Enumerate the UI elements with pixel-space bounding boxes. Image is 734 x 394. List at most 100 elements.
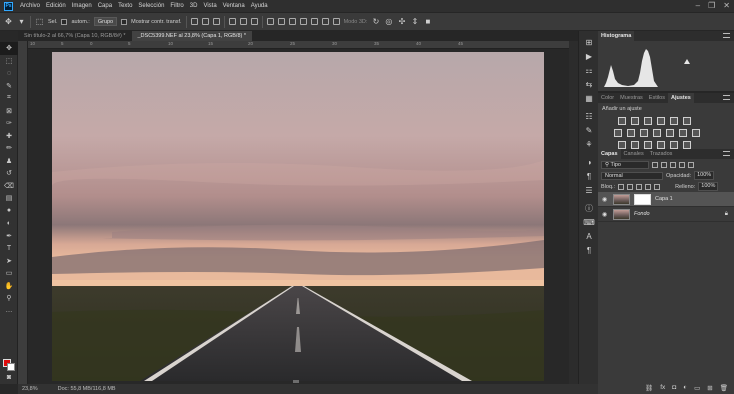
filter-adjustment-icon[interactable] — [661, 161, 667, 168]
brightness-icon[interactable] — [618, 117, 626, 125]
align-left-icon[interactable] — [228, 18, 236, 25]
menu-3d[interactable]: 3D — [187, 3, 201, 9]
lock-artboard-icon[interactable] — [645, 183, 652, 190]
eyedropper-tool-icon[interactable]: ✑ — [0, 117, 18, 130]
menu-capa[interactable]: Capa — [95, 3, 115, 9]
menu-vista[interactable]: Vista — [200, 3, 219, 9]
character-icon[interactable]: ⚏ — [579, 63, 599, 77]
properties-icon[interactable]: ⇆ — [579, 77, 599, 91]
menu-filtro[interactable]: Filtro — [167, 3, 186, 9]
align-center-icon[interactable] — [239, 18, 247, 25]
zoom-level[interactable]: 23,8% — [22, 386, 38, 392]
hue-saturation-icon[interactable] — [683, 117, 691, 125]
drag-3d-icon[interactable]: ✣ — [397, 17, 406, 26]
blur-tool-icon[interactable]: ● — [0, 205, 18, 218]
layer-name[interactable]: Capa 1 — [655, 196, 673, 202]
tab-paths[interactable]: Trazados — [647, 149, 676, 159]
tab-layers[interactable]: Capas — [598, 149, 621, 159]
menu-archivo[interactable]: Archivo — [17, 3, 43, 9]
menu-ventana[interactable]: Ventana — [220, 3, 248, 9]
posterize-icon[interactable] — [692, 129, 700, 137]
desaturate-icon[interactable] — [683, 141, 691, 149]
lock-transparency-icon[interactable] — [618, 183, 625, 190]
layer-name[interactable]: Fondo — [634, 211, 650, 217]
layer-row[interactable]: ◉ Fondo 🔒︎ — [598, 207, 734, 222]
history-icon[interactable]: ⊞ — [579, 35, 599, 49]
vertical-scrollbar[interactable] — [569, 41, 578, 384]
auto-select-dropdown[interactable]: Grupo — [93, 17, 118, 26]
delete-layer-icon[interactable]: 🗑︎ — [720, 384, 728, 392]
glyphs-icon[interactable]: ◑ — [579, 155, 599, 169]
show-transform-checkbox[interactable] — [121, 18, 128, 25]
menu-imagen[interactable]: Imagen — [69, 3, 95, 9]
curves-icon[interactable] — [644, 117, 652, 125]
threshold-icon[interactable] — [618, 141, 626, 149]
zoom-tool-icon[interactable]: ⚲ — [0, 292, 18, 305]
color-balance-icon[interactable] — [614, 129, 622, 137]
channel-mixer-icon[interactable] — [653, 129, 661, 137]
actions-icon[interactable]: ▶ — [579, 49, 599, 63]
distribute-top-icon[interactable] — [266, 18, 274, 25]
brush-tool-icon[interactable]: ✏ — [0, 142, 18, 155]
levels-icon[interactable] — [631, 117, 639, 125]
distribute-left-icon[interactable] — [299, 18, 307, 25]
clone-stamp-tool-icon[interactable]: ♟ — [0, 155, 18, 168]
crop-tool-icon[interactable]: ⌗ — [0, 92, 18, 105]
distribute-right-icon[interactable] — [321, 18, 329, 25]
tab-sin-titulo[interactable]: Sin título-2 al 66,7% (Capa 10, RGB/8#) … — [18, 31, 132, 41]
tab-color[interactable]: Color — [598, 93, 617, 103]
timeline-icon[interactable]: ⌨ — [579, 215, 599, 229]
layer-style-icon[interactable]: fx — [660, 384, 665, 392]
background-color-swatch[interactable] — [7, 363, 15, 371]
paragraph-icon[interactable]: ¶ — [579, 169, 599, 183]
tab-swatches[interactable]: Muestras — [617, 93, 646, 103]
tab-channels[interactable]: Canales — [621, 149, 647, 159]
filter-type-icon[interactable] — [670, 161, 676, 168]
filter-smart-object-icon[interactable] — [688, 161, 694, 168]
type-tool-icon[interactable]: T — [0, 242, 18, 255]
layer-mask-thumbnail[interactable] — [634, 193, 651, 205]
panel-menu-icon[interactable] — [723, 33, 730, 38]
shadows-highlights-icon[interactable] — [657, 141, 665, 149]
close-icon[interactable]: ✕ — [723, 1, 730, 10]
filter-shape-icon[interactable] — [679, 161, 685, 168]
layer-row[interactable]: ◉ Capa 1 — [598, 192, 734, 207]
tab-dsc5399[interactable]: _DSC5399.NEF al 23,8% (Capa 1, RGB/8) * — [131, 31, 253, 41]
camera-3d-icon[interactable]: ■ — [423, 17, 432, 26]
measurement-icon[interactable]: ¶ — [579, 243, 599, 257]
align-top-icon[interactable] — [190, 18, 198, 25]
hdr-toning-icon[interactable] — [670, 141, 678, 149]
healing-brush-tool-icon[interactable]: ✚ — [0, 130, 18, 143]
frame-tool-icon[interactable]: ⊠ — [0, 105, 18, 118]
invert-icon[interactable] — [679, 129, 687, 137]
lock-position-icon[interactable] — [636, 183, 643, 190]
lock-all-icon[interactable] — [654, 183, 661, 190]
distribute-middle-icon[interactable] — [277, 18, 285, 25]
document-image[interactable] — [52, 52, 544, 381]
adjustments-icon[interactable]: ☰ — [579, 183, 599, 197]
auto-align-icon[interactable] — [332, 18, 340, 25]
exposure-icon[interactable] — [657, 117, 665, 125]
align-bottom-icon[interactable] — [212, 18, 220, 25]
canvas-area[interactable] — [28, 49, 569, 384]
layer-filter-dropdown[interactable]: ⚲ Tipo — [601, 160, 649, 169]
fill-field[interactable]: 100% — [698, 182, 719, 191]
horizontal-scroll-thumb[interactable] — [293, 380, 299, 383]
photo-filter-icon[interactable] — [640, 129, 648, 137]
gradient-map-icon[interactable] — [631, 141, 639, 149]
black-white-icon[interactable] — [627, 129, 635, 137]
gradient-tool-icon[interactable]: ▤ — [0, 192, 18, 205]
slide-3d-icon[interactable]: ⇕ — [410, 17, 419, 26]
dodge-tool-icon[interactable]: ◐ — [0, 217, 18, 230]
align-right-icon[interactable] — [250, 18, 258, 25]
opacity-field[interactable]: 100% — [694, 171, 715, 180]
tab-styles[interactable]: Estilos — [646, 93, 668, 103]
menu-ayuda[interactable]: Ayuda — [248, 3, 271, 9]
menu-edicion[interactable]: Edición — [43, 3, 69, 9]
panel-menu-icon[interactable] — [723, 151, 730, 156]
align-middle-icon[interactable] — [201, 18, 209, 25]
rectangle-tool-icon[interactable]: ▭ — [0, 267, 18, 280]
history-brush-tool-icon[interactable]: ↺ — [0, 167, 18, 180]
new-group-icon[interactable]: ▭ — [694, 384, 700, 392]
quick-select-tool-icon[interactable]: ✎ — [0, 80, 18, 93]
